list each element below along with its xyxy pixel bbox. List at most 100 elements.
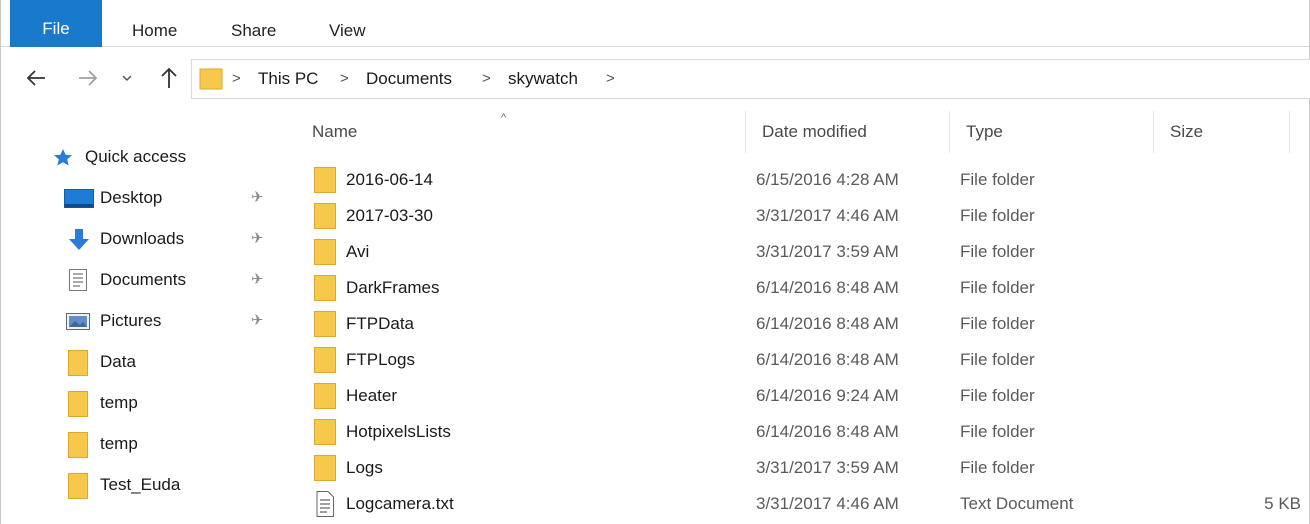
folder-icon <box>314 275 336 301</box>
folder-icon <box>68 473 88 499</box>
column-header-label: Name <box>312 122 358 141</box>
file-row[interactable]: 2017-03-30 3/31/2017 4:46 AM File folder <box>296 198 1310 234</box>
file-date-modified: 6/14/2016 8:48 AM <box>756 278 899 297</box>
sidebar-item-test-euda[interactable]: Test_Euda <box>1 465 286 505</box>
file-row[interactable]: Logs 3/31/2017 3:59 AM File folder <box>296 450 1310 486</box>
sidebar-item-downloads[interactable]: Downloads ✈ <box>1 219 286 259</box>
folder-icon <box>314 455 336 481</box>
file-date-modified: 6/14/2016 9:24 AM <box>756 386 899 405</box>
arrow-up-icon <box>161 67 177 88</box>
folder-icon <box>314 239 336 265</box>
tab-view[interactable]: View <box>329 0 366 47</box>
breadcrumb-separator[interactable]: > <box>482 60 491 98</box>
sidebar-item-label: temp <box>100 434 138 453</box>
folder-icon <box>314 311 336 337</box>
file-name: Avi <box>346 242 370 261</box>
file-row[interactable]: FTPData 6/14/2016 8:48 AM File folder <box>296 306 1310 342</box>
file-date-modified: 6/14/2016 8:48 AM <box>756 314 899 333</box>
file-type: File folder <box>960 458 1035 477</box>
file-type: File folder <box>960 422 1035 441</box>
breadcrumb-documents[interactable]: Documents <box>366 60 452 98</box>
sidebar-item-temp[interactable]: temp <box>1 383 286 423</box>
star-icon <box>54 149 72 166</box>
arrow-left-icon <box>26 70 45 86</box>
up-button[interactable] <box>156 61 182 95</box>
file-row[interactable]: FTPLogs 6/14/2016 8:48 AM File folder <box>296 342 1310 378</box>
breadcrumb-separator[interactable]: > <box>232 60 241 98</box>
file-name: 2016-06-14 <box>346 170 433 189</box>
file-type: File folder <box>960 242 1035 261</box>
file-row[interactable]: 2016-06-14 6/15/2016 4:28 AM File folder <box>296 162 1310 198</box>
sidebar-item-data[interactable]: Data <box>1 342 286 382</box>
folder-icon <box>314 419 336 445</box>
back-button[interactable] <box>23 61 49 95</box>
file-name: HotpixelsLists <box>346 422 451 441</box>
tab-file[interactable]: File <box>10 0 102 47</box>
file-row[interactable]: Avi 3/31/2017 3:59 AM File folder <box>296 234 1310 270</box>
file-type: File folder <box>960 350 1035 369</box>
tab-home[interactable]: Home <box>132 0 177 47</box>
folder-icon <box>314 383 336 409</box>
pin-icon[interactable]: ✈ <box>251 178 264 218</box>
sidebar-item-label: Desktop <box>100 188 163 207</box>
breadcrumb-separator[interactable]: > <box>340 60 349 98</box>
navigation-pane: Quick access Desktop ✈ Downloads ✈ Docum… <box>1 111 286 524</box>
sidebar-item-desktop[interactable]: Desktop ✈ <box>1 178 286 218</box>
sort-ascending-icon: ^ <box>501 112 507 124</box>
column-header-date-modified[interactable]: Date modified <box>746 111 950 153</box>
file-date-modified: 6/14/2016 8:48 AM <box>756 350 899 369</box>
sidebar-item-label: Test_Euda <box>100 475 181 494</box>
file-name: Logs <box>346 458 383 477</box>
file-type: File folder <box>960 386 1035 405</box>
file-name: Heater <box>346 386 398 405</box>
sidebar-item-label: Pictures <box>100 311 162 330</box>
column-header-size[interactable]: Size <box>1154 111 1290 153</box>
sidebar-item-pictures[interactable]: Pictures ✈ <box>1 301 286 341</box>
pin-icon[interactable]: ✈ <box>251 301 264 341</box>
file-name: FTPData <box>346 314 415 333</box>
column-header-label: Date modified <box>762 122 867 141</box>
tab-share[interactable]: Share <box>231 0 276 47</box>
sidebar-item-temp[interactable]: temp <box>1 424 286 464</box>
folder-icon <box>199 68 223 90</box>
sidebar-item-quick-access[interactable]: Quick access <box>1 137 286 177</box>
file-row[interactable]: Heater 6/14/2016 9:24 AM File folder <box>296 378 1310 414</box>
file-date-modified: 6/15/2016 4:28 AM <box>756 170 899 189</box>
folder-icon <box>314 347 336 373</box>
folder-icon <box>314 167 336 193</box>
file-row[interactable]: DarkFrames 6/14/2016 8:48 AM File folder <box>296 270 1310 306</box>
column-header-type[interactable]: Type <box>950 111 1154 153</box>
sidebar-item-label: Downloads <box>100 229 185 248</box>
file-date-modified: 6/14/2016 8:48 AM <box>756 422 899 441</box>
arrow-right-icon <box>79 70 98 86</box>
forward-button[interactable] <box>75 61 101 95</box>
file-type: File folder <box>960 314 1035 333</box>
file-date-modified: 3/31/2017 4:46 AM <box>756 494 899 513</box>
sidebar-item-label: Quick access <box>85 147 187 166</box>
breadcrumb-this-pc[interactable]: This PC <box>258 60 318 98</box>
file-date-modified: 3/31/2017 3:59 AM <box>756 458 899 477</box>
sidebar-item-documents[interactable]: Documents ✈ <box>1 260 286 300</box>
recent-locations-button[interactable] <box>114 61 140 95</box>
file-row[interactable]: HotpixelsLists 6/14/2016 8:48 AM File fo… <box>296 414 1310 450</box>
sidebar-item-label: Documents <box>100 270 186 289</box>
breadcrumb-separator[interactable]: > <box>606 60 615 98</box>
file-name: Logcamera.txt <box>346 494 454 513</box>
ribbon: File Home Share View <box>1 0 1309 47</box>
file-row[interactable]: Logcamera.txt 3/31/2017 4:46 AM Text Doc… <box>296 486 1310 522</box>
file-type: File folder <box>960 278 1035 297</box>
breadcrumb-skywatch[interactable]: skywatch <box>508 60 578 98</box>
column-header-name[interactable]: Name ^ <box>296 111 746 153</box>
address-bar[interactable]: > This PC > Documents > skywatch > <box>191 59 1310 99</box>
file-explorer-window: File Home Share View > This PC > Documen… <box>0 0 1310 524</box>
pin-icon[interactable]: ✈ <box>251 260 264 300</box>
navigation-bar: > This PC > Documents > skywatch > <box>1 47 1310 111</box>
file-name: FTPLogs <box>346 350 415 369</box>
pin-icon[interactable]: ✈ <box>251 219 264 259</box>
folder-icon <box>314 203 336 229</box>
sidebar-item-label: temp <box>100 393 138 412</box>
file-size: 5 KB <box>1264 494 1301 513</box>
pictures-icon <box>66 313 90 330</box>
folder-icon <box>68 350 88 376</box>
folder-icon <box>68 432 88 458</box>
